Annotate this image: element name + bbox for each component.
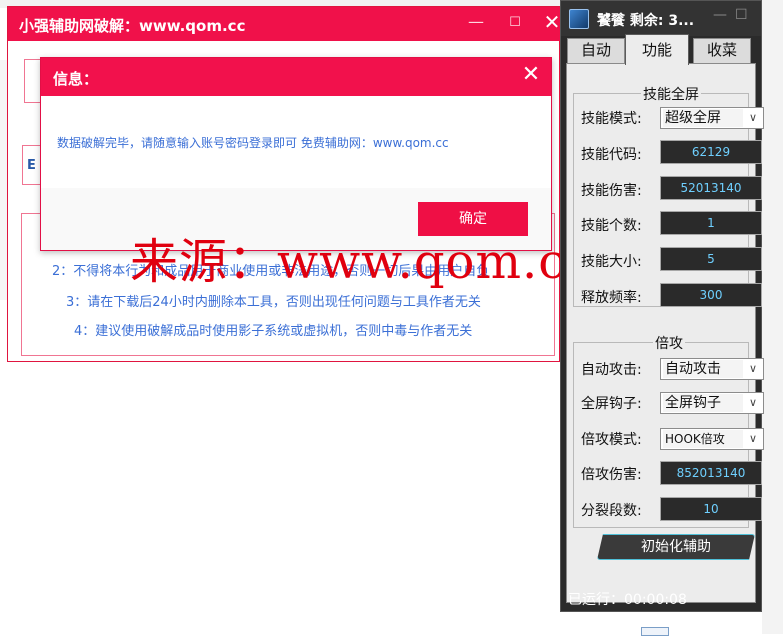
chevron-down-icon: ∨ xyxy=(748,396,758,409)
skill-code-field[interactable]: 62129 xyxy=(660,140,762,164)
attack-group-title: 倍攻 xyxy=(653,333,685,353)
auto-attack-label: 自动攻击: xyxy=(581,362,642,378)
skill-size-field[interactable]: 5 xyxy=(660,247,762,271)
main-window-title: 小强辅助网破解：www.qom.cc xyxy=(19,17,246,35)
main-window-titlebar[interactable]: 小强辅助网破解：www.qom.cc — ☐ ✕ xyxy=(8,7,561,41)
tool-window: 饕餮 剩余: 3... — ☐ 自动 收菜 技能全屏 技能模式: 超级全屏 ∨ … xyxy=(560,0,764,612)
split-segments-field[interactable]: 10 xyxy=(660,497,762,521)
skill-damage-field[interactable]: 52013140 xyxy=(660,176,762,200)
split-segments-label: 分裂段数: xyxy=(581,503,642,519)
fullscreen-hook-label: 全屏钩子: xyxy=(581,396,642,412)
skill-mode-value: 超级全屏 xyxy=(663,109,743,127)
tool-window-title: 饕餮 剩余: 3... xyxy=(597,13,695,29)
background-window-edge-right xyxy=(762,0,783,634)
tab-harvest[interactable]: 收菜 xyxy=(693,38,751,63)
info-dialog-title: 信息： xyxy=(53,70,99,88)
skill-count-label: 技能个数: xyxy=(581,218,642,234)
chevron-down-icon: ∨ xyxy=(748,111,758,124)
attack-damage-label: 倍攻伤害: xyxy=(581,467,642,483)
skill-mode-select[interactable]: 超级全屏 ∨ xyxy=(660,107,764,129)
notice-line-3: 3：请在下载后24小时内删除本工具，否则出现任何问题与工具作者无关 xyxy=(66,295,481,310)
attack-mode-label: 倍攻模式: xyxy=(581,432,642,448)
maximize-icon[interactable]: ☐ xyxy=(735,7,748,23)
initialize-button[interactable]: 初始化辅助 xyxy=(597,534,755,560)
close-icon[interactable]: ✕ xyxy=(518,62,544,87)
fullscreen-hook-value: 全屏钩子 xyxy=(663,394,743,412)
chevron-down-icon: ∨ xyxy=(748,432,758,445)
auto-attack-value: 自动攻击 xyxy=(663,360,743,378)
info-dialog-message: 数据破解完毕，请随意输入账号密码登录即可 免费辅助网：www.qom.cc xyxy=(57,136,449,150)
tab-auto[interactable]: 自动 xyxy=(567,38,625,63)
tab-panel-function: 技能全屏 技能模式: 超级全屏 ∨ 技能代码: 62129 技能伤害: 5201… xyxy=(566,63,764,603)
skill-group-title: 技能全屏 xyxy=(641,84,701,104)
info-dialog-titlebar[interactable]: 信息： ✕ xyxy=(41,58,551,96)
release-rate-label: 释放频率: xyxy=(581,290,642,306)
release-rate-field[interactable]: 300 xyxy=(660,283,762,307)
runtime-status: 已运行：00:00:08 xyxy=(568,592,687,608)
skill-damage-label: 技能伤害: xyxy=(581,183,642,199)
skill-size-label: 技能大小: xyxy=(581,254,642,270)
chevron-down-icon: ∨ xyxy=(748,362,758,375)
tab-function[interactable]: 功能 xyxy=(625,34,689,65)
minimize-icon[interactable]: — xyxy=(713,7,727,23)
panel-label: E xyxy=(27,158,36,173)
attack-mode-value: HOOK倍攻 xyxy=(663,430,743,448)
app-icon xyxy=(569,9,589,29)
maximize-icon[interactable]: ☐ xyxy=(503,15,527,30)
skill-code-label: 技能代码: xyxy=(581,147,642,163)
attack-damage-field[interactable]: 852013140 xyxy=(660,461,762,485)
auto-attack-select[interactable]: 自动攻击 ∨ xyxy=(660,358,764,380)
watermark-text: 来源：www.qom.cc xyxy=(130,234,594,290)
tool-window-titlebar[interactable]: 饕餮 剩余: 3... — ☐ xyxy=(561,1,761,36)
notice-line-4: 4：建议使用破解成品时使用影子系统或虚拟机，否则中毒与作者无关 xyxy=(74,324,473,339)
attack-mode-select[interactable]: HOOK倍攻 ∨ xyxy=(660,428,764,450)
skill-count-field[interactable]: 1 xyxy=(660,211,762,235)
minimize-icon[interactable]: — xyxy=(464,12,488,31)
background-taskbar-item xyxy=(641,627,669,636)
fullscreen-hook-select[interactable]: 全屏钩子 ∨ xyxy=(660,392,764,414)
skill-mode-label: 技能模式: xyxy=(581,111,642,127)
